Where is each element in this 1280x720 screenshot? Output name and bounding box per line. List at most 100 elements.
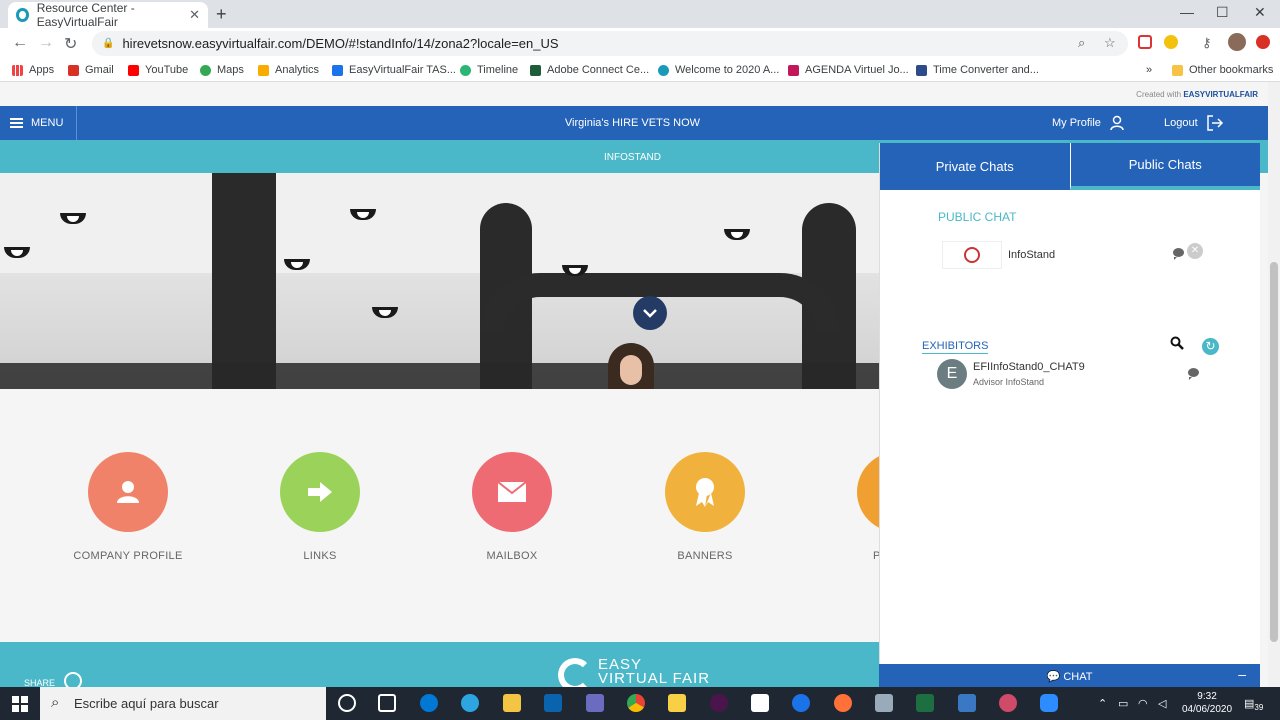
- bookmark-label: EasyVirtualFair TAS...: [349, 64, 456, 76]
- taskbar-search[interactable]: ⌕ Escribe aquí para buscar: [40, 687, 326, 720]
- exhibitor-role: Advisor InfoStand: [973, 377, 1045, 387]
- tab-title: Resource Center - EasyVirtualFair: [36, 1, 135, 29]
- public-chat-heading: PUBLIC CHAT: [938, 210, 1017, 224]
- youtube-icon: [128, 64, 139, 76]
- share-button[interactable]: SHARE: [24, 672, 82, 687]
- bookmark-timeline[interactable]: Timeline: [460, 64, 518, 76]
- maximize-window-icon[interactable]: ☐: [1216, 4, 1229, 21]
- new-tab-icon[interactable]: +: [216, 4, 227, 25]
- notifications-icon[interactable]: ▤39: [1244, 697, 1263, 712]
- chat-bubble-icon[interactable]: [1173, 248, 1184, 260]
- chrome-icon[interactable]: [627, 694, 645, 712]
- k-logo-icon: [788, 64, 799, 76]
- exhibitors-heading: EXHIBITORS: [922, 340, 989, 354]
- tray-chevron-icon[interactable]: ⌃: [1098, 697, 1107, 710]
- wifi-icon[interactable]: ◠: [1138, 697, 1148, 710]
- skype-icon[interactable]: [420, 694, 438, 712]
- taskbar-clock[interactable]: 9:32 04/06/2020: [1182, 690, 1232, 716]
- chat-bar-icon: 💬: [1046, 671, 1061, 683]
- search-glyph: [1170, 336, 1184, 350]
- my-profile-link[interactable]: My Profile: [1052, 115, 1125, 131]
- exhibitor-item[interactable]: E EFIInfoStand0_CHAT9 Advisor InfoStand: [937, 359, 1217, 393]
- back-icon[interactable]: ←: [12, 34, 28, 52]
- links-button[interactable]: LINKS: [240, 452, 400, 562]
- minimize-window-icon[interactable]: —: [1180, 4, 1194, 20]
- notepad-icon[interactable]: [751, 694, 769, 712]
- brain-app-icon[interactable]: [999, 694, 1017, 712]
- logout-link[interactable]: Logout: [1164, 115, 1224, 131]
- url-bar[interactable]: 🔒 hirevetsnow.easyvirtualfair.com/DEMO/#…: [92, 31, 1128, 56]
- lock-icon: 🔒: [102, 38, 115, 49]
- profile-avatar[interactable]: [1228, 33, 1246, 51]
- extension-drive-icon[interactable]: [1164, 35, 1178, 49]
- file-explorer-icon[interactable]: [503, 694, 521, 712]
- update-icon[interactable]: [1256, 35, 1270, 49]
- clock-time: 9:32: [1197, 691, 1217, 702]
- key-icon[interactable]: ⚷: [1202, 35, 1212, 51]
- other-bookmarks[interactable]: Other bookmarks: [1172, 64, 1273, 76]
- company-profile-button[interactable]: COMPANY PROFILE: [48, 452, 208, 562]
- search-icon[interactable]: [1170, 336, 1184, 353]
- evf-logo: EASY VIRTUAL FAIR: [558, 657, 710, 687]
- extension-pocket-icon[interactable]: [1138, 35, 1152, 49]
- bookmark-label: Maps: [217, 64, 244, 76]
- close-window-icon[interactable]: ✕: [1254, 4, 1266, 21]
- firefox-icon[interactable]: [834, 694, 852, 712]
- chat-toggle-bar[interactable]: 💬 CHAT –: [879, 664, 1260, 687]
- maps-app-icon[interactable]: [792, 694, 810, 712]
- chat-panel: Private Chats Public Chats PUBLIC CHAT I…: [879, 143, 1260, 667]
- mailbox-button[interactable]: MAILBOX: [432, 452, 592, 562]
- notes-app-icon[interactable]: [875, 694, 893, 712]
- bookmark-evf-tas[interactable]: EasyVirtualFair TAS...: [332, 64, 456, 76]
- reload-icon[interactable]: ↻: [64, 34, 77, 54]
- sticky-notes-icon[interactable]: [668, 694, 686, 712]
- star-bookmark-icon[interactable]: ☆: [1104, 35, 1116, 51]
- bookmark-apps[interactable]: Apps: [12, 64, 54, 76]
- photos-icon[interactable]: [958, 694, 976, 712]
- zoom-icon[interactable]: ⌕: [1078, 35, 1085, 51]
- zoom-app-icon[interactable]: [1040, 694, 1058, 712]
- bookmark-gmail[interactable]: Gmail: [68, 64, 114, 76]
- bookmark-maps[interactable]: Maps: [200, 64, 244, 76]
- bookmark-youtube[interactable]: YouTube: [128, 64, 188, 76]
- tab-private-chats[interactable]: Private Chats: [880, 143, 1070, 190]
- minimize-chat-icon[interactable]: –: [1238, 666, 1246, 682]
- close-icon[interactable]: ✕: [1187, 243, 1203, 259]
- partial-feature-button[interactable]: P: [818, 452, 879, 562]
- slack-icon[interactable]: [710, 694, 728, 712]
- telegram-icon[interactable]: [461, 694, 479, 712]
- bookmark-time-converter[interactable]: Time Converter and...: [916, 64, 1039, 76]
- volume-icon[interactable]: ◁: [1158, 697, 1166, 710]
- public-chat-room[interactable]: InfoStand: [942, 241, 1212, 269]
- browser-tab-strip: Resource Center - EasyVirtualFair ✕ + — …: [0, 0, 1280, 29]
- excel-icon[interactable]: [916, 694, 934, 712]
- forward-icon[interactable]: →: [38, 34, 54, 52]
- url-text: hirevetsnow.easyvirtualfair.com/DEMO/#!s…: [122, 36, 559, 51]
- tab-public-chats[interactable]: Public Chats: [1069, 143, 1260, 190]
- scrollbar-thumb[interactable]: [1270, 262, 1278, 642]
- chat-bubble-icon[interactable]: [1188, 368, 1199, 380]
- bookmark-label: Adobe Connect Ce...: [547, 64, 650, 76]
- tab-close-icon[interactable]: ✕: [189, 7, 200, 23]
- remote-desktop-icon[interactable]: [586, 694, 604, 712]
- refresh-icon[interactable]: ↻: [1202, 338, 1219, 355]
- mail-app-icon[interactable]: [544, 694, 562, 712]
- battery-icon[interactable]: ▭: [1118, 697, 1128, 710]
- created-with-text: Created with: [1136, 90, 1182, 99]
- bookmark-adobe-connect[interactable]: Adobe Connect Ce...: [530, 64, 649, 76]
- feature-label: BANNERS: [677, 550, 733, 562]
- bookmark-agenda[interactable]: AGENDA Virtuel Jo...: [788, 64, 909, 76]
- browser-tab[interactable]: Resource Center - EasyVirtualFair ✕: [8, 1, 208, 29]
- overflow-label: »: [1146, 64, 1153, 76]
- chevron-down-icon[interactable]: [633, 296, 667, 330]
- windows-start-icon[interactable]: [12, 696, 28, 712]
- banners-button[interactable]: BANNERS: [625, 452, 785, 562]
- site-favicon-icon: [16, 8, 29, 22]
- page-scrollbar[interactable]: [1268, 82, 1280, 687]
- task-view-icon[interactable]: [378, 694, 396, 712]
- bookmarks-overflow-icon[interactable]: »: [1146, 64, 1152, 76]
- bookmark-welcome-2020[interactable]: Welcome to 2020 A...: [658, 64, 779, 76]
- user-icon: [1110, 115, 1124, 131]
- bookmark-analytics[interactable]: Analytics: [258, 64, 319, 76]
- cortana-icon[interactable]: [338, 694, 356, 712]
